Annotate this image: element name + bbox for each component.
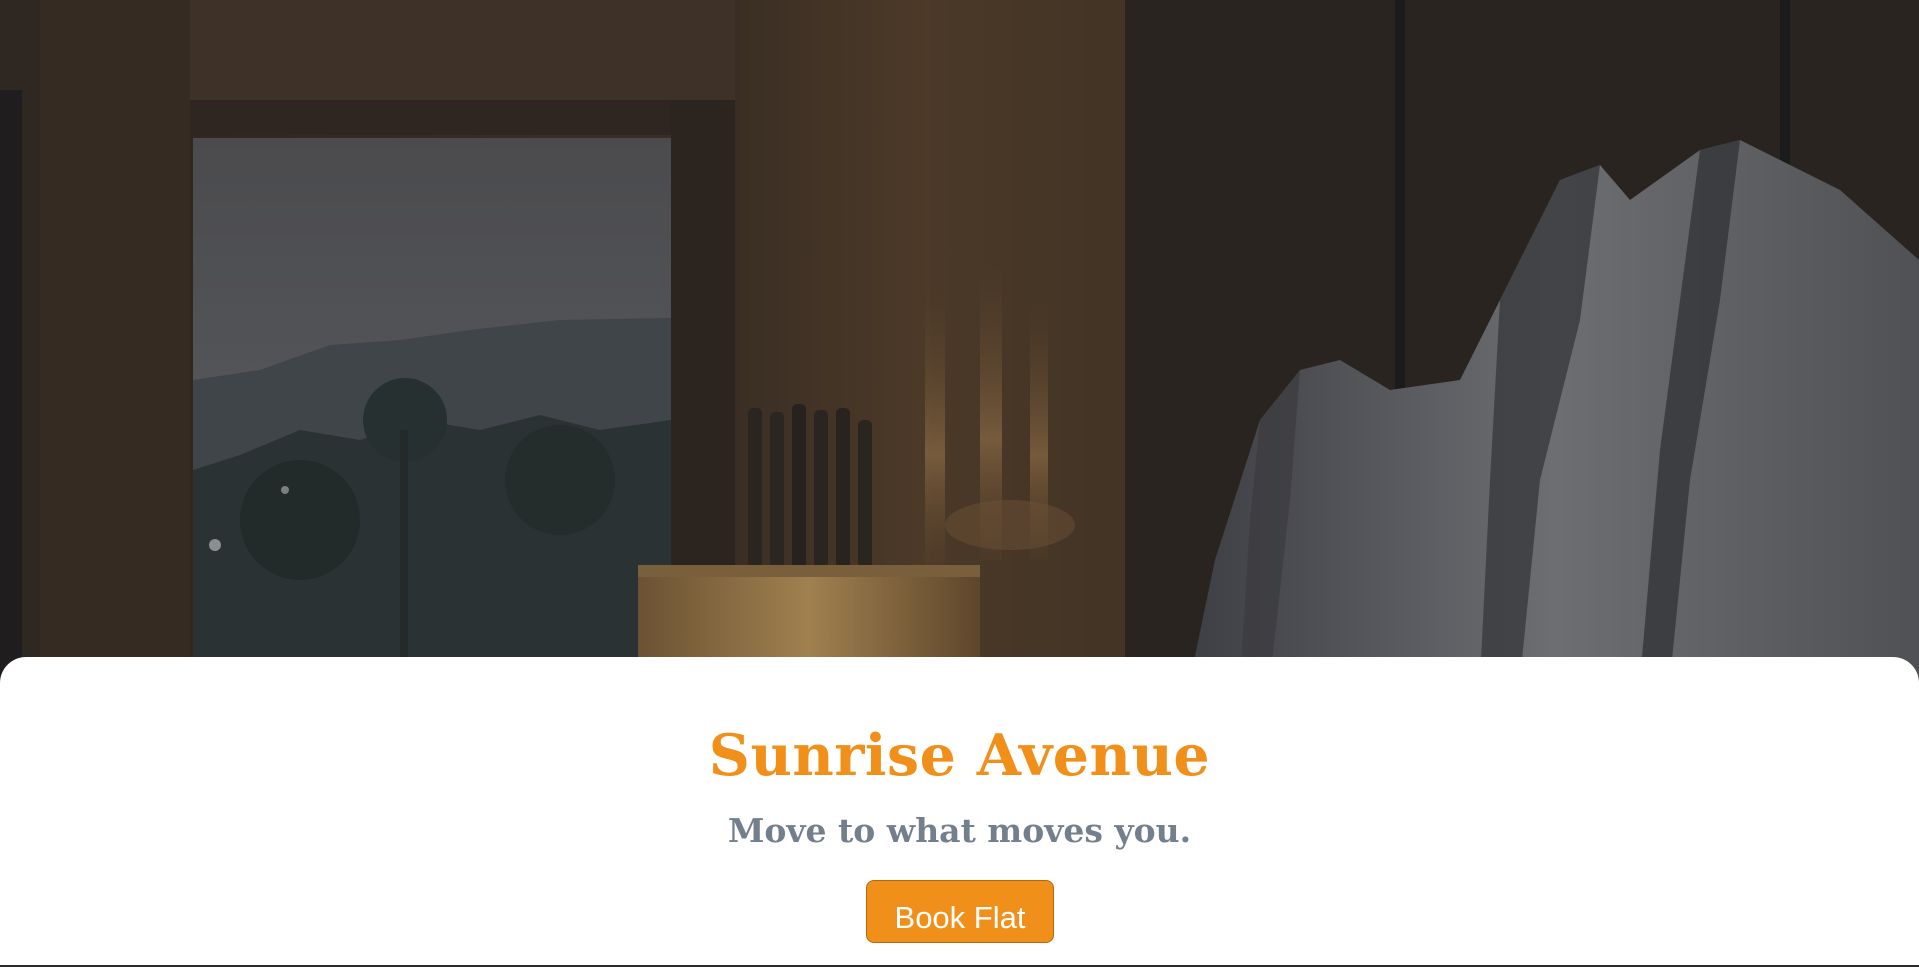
hero-interior-scene [0,0,1919,680]
book-flat-button[interactable]: Book Flat [866,880,1054,943]
listing-card: Sunrise Avenue Move to what moves you. B… [0,657,1919,967]
hero-image [0,0,1919,680]
property-title: Sunrise Avenue [708,722,1211,789]
page: Sunrise Avenue Move to what moves you. B… [0,0,1919,967]
property-tagline: Move to what moves you. [727,811,1192,850]
